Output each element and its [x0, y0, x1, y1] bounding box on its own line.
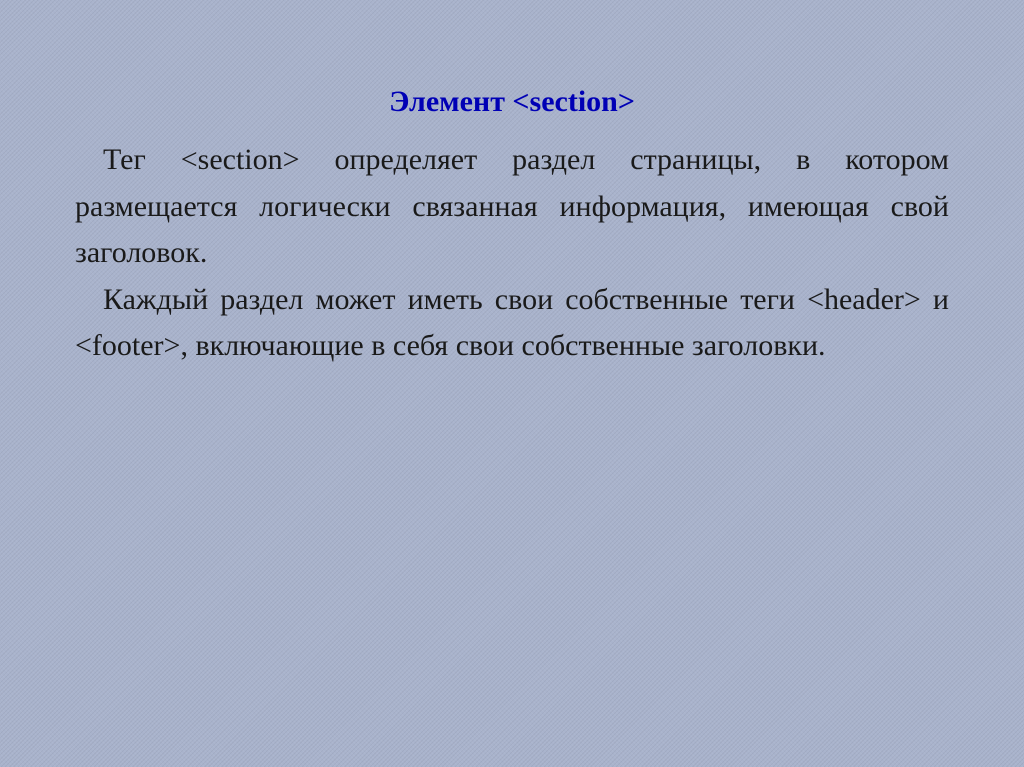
slide-title: Элемент <section>	[75, 85, 949, 119]
paragraph-1: Тег <section> определяет раздел страницы…	[75, 137, 949, 277]
paragraph-2: Каждый раздел может иметь свои собственн…	[75, 277, 949, 370]
